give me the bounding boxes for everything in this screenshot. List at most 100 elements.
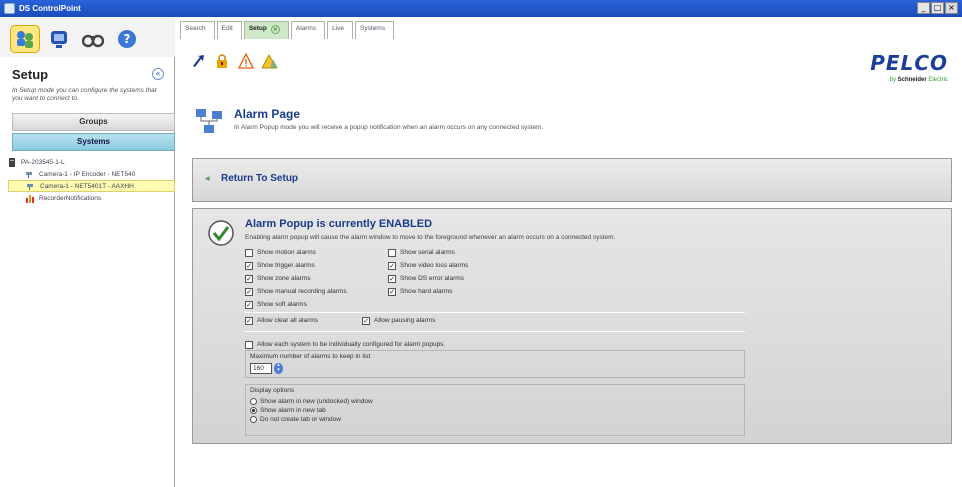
show-manual-recording-alarms-checkbox[interactable]: ✓ Show manual recording alarms (245, 285, 347, 298)
show-hard-alarms-checkbox[interactable]: ✓ Show hard alarms (388, 285, 468, 298)
show-ds-error-alarms-checkbox[interactable]: ✓ Show DS error alarms (388, 272, 468, 285)
display-none-radio[interactable]: Do not create tab or window (250, 415, 740, 424)
checkbox-box: ✓ (245, 274, 253, 283)
alarm-popup-description: Enabling alarm popup will cause the alar… (245, 234, 616, 241)
checkbox-box: ✓ (245, 300, 253, 309)
show-serial-alarms-checkbox[interactable]: Show serial alarms (388, 246, 468, 259)
return-to-setup-button[interactable]: ◂ Return To Setup (205, 173, 298, 184)
pelco-brand: PELCO (870, 51, 948, 75)
radio-dot (250, 407, 257, 414)
tab-live[interactable]: Live (327, 21, 354, 39)
tab-alarms[interactable]: Alarms (290, 21, 326, 39)
show-trigger-alarms-checkbox[interactable]: ✓ Show trigger alarms (245, 259, 347, 272)
minimize-button[interactable]: _ (917, 2, 930, 14)
camera-icon (26, 171, 32, 178)
tree-item-label: Camera-1 - NET5401T - AAXHH (40, 182, 134, 190)
option-label: Allow each system to be individually con… (257, 341, 446, 348)
display-undocked-radio[interactable]: Show alarm in new (undocked) window (250, 397, 740, 406)
display-options-title: Display options (250, 387, 295, 394)
alarm-type-column-1: Show motion alarms ✓ Show trigger alarms … (245, 246, 347, 311)
divider (245, 331, 745, 332)
setup-heading: Setup (12, 67, 49, 82)
return-to-setup-bar: ◂ Return To Setup (192, 158, 952, 202)
tab-bar: Search Edit Setup × Alarms Live Systems (180, 21, 394, 39)
option-label: Show zone alarms (257, 275, 311, 282)
option-label: Show DS error alarms (400, 275, 464, 282)
tab-label: Alarms (295, 25, 317, 32)
systems-tree: PA-203545-1-L Camera-1 - IP Encoder - NE… (8, 156, 175, 204)
help-icon: ? (118, 30, 136, 48)
page-description: In Alarm Popup mode you will receive a p… (234, 124, 544, 131)
checkbox-box: ✓ (362, 316, 371, 325)
checkmark-icon (208, 220, 234, 246)
setup-description: In Setup mode you can configure the syst… (12, 87, 157, 102)
tab-label: Systems (360, 25, 385, 32)
tab-label: Setup (248, 25, 267, 32)
arrow-icon[interactable] (190, 53, 206, 69)
groups-header[interactable]: Groups (12, 113, 175, 131)
radio-dot (250, 398, 257, 405)
tab-setup[interactable]: Setup × (243, 21, 289, 39)
max-alarms-input[interactable]: 160 (250, 363, 272, 374)
allow-clear-all-checkbox[interactable]: ✓ Allow clear all alarms (245, 314, 318, 327)
warning-triangle-icon[interactable] (262, 53, 278, 69)
tab-edit[interactable]: Edit (216, 21, 242, 39)
display-options-group: Display options Show alarm in new (undoc… (245, 384, 745, 436)
live-mode-button[interactable] (44, 25, 74, 53)
tree-item-recorder-notifications[interactable]: RecorderNotifications (8, 192, 175, 204)
option-label: Allow clear all alarms (257, 317, 319, 324)
app-icon (4, 3, 15, 14)
maximize-button[interactable]: □ (931, 2, 944, 14)
spin-arrows-icon[interactable]: ▴ ▾ (274, 363, 283, 374)
warning-icon[interactable] (238, 53, 254, 69)
checkbox-box (388, 248, 396, 257)
setup-icon (17, 31, 33, 48)
allow-options-row: ✓ Allow clear all alarms ✓ Allow pausing a… (245, 314, 745, 327)
option-label: Show alarm in new tab (260, 407, 326, 414)
option-label: Show alarm in new (undocked) window (260, 398, 373, 405)
tree-item-camera-selected[interactable]: Camera-1 - NET5401T - AAXHH (8, 180, 175, 192)
window-title: DS ControlPoint (19, 4, 81, 13)
search-mode-button[interactable] (78, 25, 108, 53)
main-panel: Search Edit Setup × Alarms Live Systems … (176, 17, 962, 487)
title-bar: DS ControlPoint _ □ × (0, 0, 962, 17)
server-icon (9, 157, 15, 167)
show-soft-alarms-checkbox[interactable]: ✓ Show soft alarms (245, 298, 347, 311)
max-alarms-stepper: 160 ▴ ▾ (250, 363, 283, 374)
show-video-loss-alarms-checkbox[interactable]: ✓ Show video loss alarms (388, 259, 468, 272)
option-label: Do not create tab or window (260, 416, 341, 423)
tab-search[interactable]: Search (180, 21, 215, 39)
max-alarms-group: Maximum number of alarms to keep in list… (245, 350, 745, 378)
option-label: Show trigger alarms (257, 262, 315, 269)
display-new-tab-radio[interactable]: Show alarm in new tab (250, 406, 740, 415)
tab-systems[interactable]: Systems (355, 21, 394, 39)
tree-item-system[interactable]: PA-203545-1-L (8, 156, 175, 168)
back-arrow-icon: ◂ (205, 173, 210, 184)
max-alarms-label: Maximum number of alarms to keep in list (250, 353, 371, 360)
mode-bar: ? (0, 17, 175, 57)
alarm-type-column-2: Show serial alarms ✓ Show video loss alar… (388, 246, 468, 298)
close-button[interactable]: × (945, 2, 958, 14)
setup-mode-button[interactable] (10, 25, 40, 53)
allow-pausing-checkbox[interactable]: ✓ Allow pausing alarms (362, 314, 435, 327)
page-title: Alarm Page (234, 107, 301, 121)
return-to-setup-label: Return To Setup (221, 173, 299, 184)
left-panel: ? Setup « In Setup mode you can configur… (0, 17, 175, 487)
close-tab-icon[interactable]: × (270, 25, 280, 34)
tree-item-camera[interactable]: Camera-1 - IP Encoder - NET540 (8, 168, 175, 180)
alarm-popup-status: Alarm Popup is currently ENABLED (245, 218, 433, 230)
show-zone-alarms-checkbox[interactable]: ✓ Show zone alarms (245, 272, 347, 285)
help-button[interactable]: ? (112, 25, 142, 53)
collapse-panel-button[interactable]: « (152, 68, 164, 80)
option-label: Allow pausing alarms (374, 317, 436, 324)
option-label: Show manual recording alarms (257, 288, 347, 295)
checkbox-box: ✓ (245, 287, 253, 296)
option-label: Show motion alarms (257, 249, 316, 256)
checkbox-box: ✓ (388, 261, 396, 270)
bar-chart-icon (26, 194, 34, 203)
show-motion-alarms-checkbox[interactable]: Show motion alarms (245, 246, 347, 259)
systems-header[interactable]: Systems (12, 133, 175, 151)
binoculars-icon (82, 34, 104, 48)
lock-icon[interactable] (214, 53, 230, 69)
tree-item-label: PA-203545-1-L (21, 158, 65, 166)
